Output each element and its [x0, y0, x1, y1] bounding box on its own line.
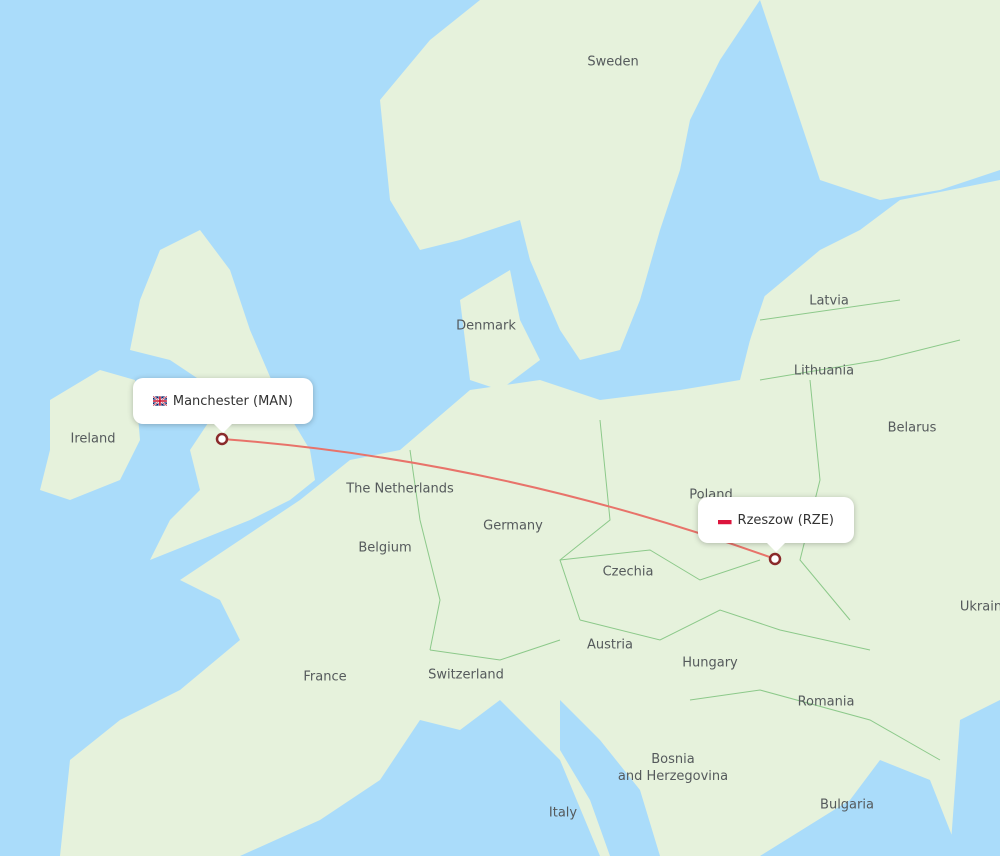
country-label: Romania	[797, 694, 855, 710]
destination-marker[interactable]	[768, 552, 782, 566]
country-label: Germany	[483, 518, 543, 534]
map-base	[0, 0, 1000, 856]
poland-flag-icon	[718, 515, 732, 525]
origin-callout[interactable]: Manchester (MAN)	[133, 378, 313, 433]
country-label: Latvia	[809, 293, 849, 309]
origin-label: Manchester (MAN)	[172, 393, 293, 409]
country-label: Austria	[587, 637, 633, 653]
country-label: Ireland	[70, 431, 116, 447]
country-label: Switzerland	[428, 667, 504, 683]
country-label: Bosnia and Herzegovina	[617, 752, 729, 784]
country-label: Sweden	[587, 54, 639, 70]
destination-label: Rzeszow (RZE)	[737, 512, 834, 528]
country-label: Denmark	[456, 318, 516, 334]
destination-callout[interactable]: Rzeszow (RZE)	[698, 497, 854, 552]
country-label: Bulgaria	[820, 797, 874, 813]
uk-flag-icon	[153, 395, 167, 407]
country-label: The Netherlands	[346, 481, 454, 497]
country-label: Ukraine	[959, 599, 1000, 615]
country-label: Belgium	[358, 540, 412, 556]
country-label: Belarus	[887, 420, 937, 436]
origin-marker[interactable]	[215, 432, 229, 446]
country-label: Lithuania	[793, 363, 855, 379]
country-label: Czechia	[602, 564, 654, 580]
map[interactable]: Sweden Denmark Latvia Lithuania Ireland …	[0, 0, 1000, 856]
country-label: Italy	[548, 805, 578, 821]
country-label: France	[303, 669, 347, 685]
country-label: Hungary	[682, 655, 738, 671]
